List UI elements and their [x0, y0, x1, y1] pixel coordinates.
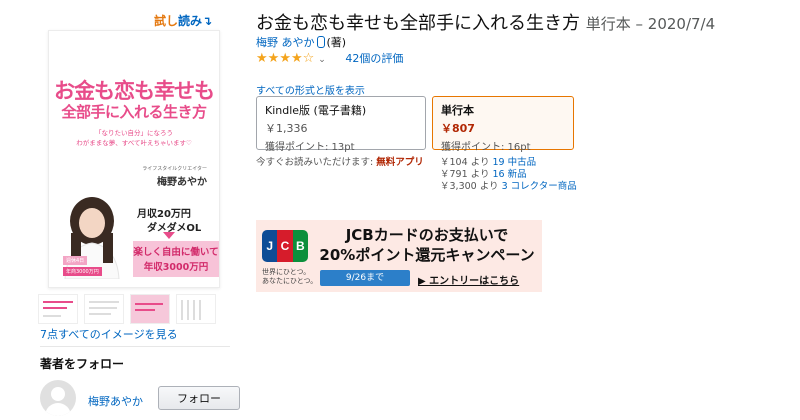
format-tankobon-name: 単行本 — [441, 104, 474, 117]
rating-stars[interactable]: ★★★★☆ — [256, 51, 315, 66]
author-info-icon[interactable] — [316, 36, 325, 48]
jcb-logo-icon: J C B — [262, 230, 308, 262]
format-option-tankobon[interactable]: 単行本 ￥807 獲得ポイント: 16pt — [432, 96, 574, 153]
cover-banner-line1: 楽しく自由に働いて — [133, 247, 219, 258]
follow-author-name-link[interactable]: 梅野あやか — [88, 393, 143, 409]
star-filled-icon: ★ — [279, 51, 291, 66]
byline: 梅野 あやか (著) — [256, 34, 346, 50]
cover-banner-line2: 年収3000万円 — [143, 262, 209, 273]
follow-author-heading: 著者をフォロー — [40, 357, 125, 371]
divider — [40, 346, 230, 347]
look-inside-arrow-icon: ↴ — [202, 14, 213, 28]
jcb-headline-line2: 20%ポイント還元キャンペーン — [319, 246, 535, 264]
cover-author: 梅野あやか — [157, 177, 207, 188]
kindle-read-now-note: 今すぐお読みいただけます: 無料アプリ — [256, 154, 424, 168]
cover-author-label: ライフスタイルクリエイター — [142, 166, 207, 172]
author-role: (著) — [326, 36, 347, 49]
format-tankobon-points: 獲得ポイント: 16pt — [441, 142, 531, 153]
look-inside-part2: 読み — [178, 14, 203, 28]
view-all-images-link[interactable]: 7点すべてのイメージを見る — [40, 326, 178, 342]
jcb-tagline-line2: あなたにひとつ。 — [262, 277, 318, 285]
cover-tag-holidays: 週休4日 — [63, 256, 88, 265]
offer-collectible: ￥3,300 より 3 コレクター商品 — [440, 178, 577, 192]
chevron-down-icon[interactable]: ⌄ — [318, 55, 326, 65]
offer-collectible-link[interactable]: 3 コレクター商品 — [502, 181, 577, 192]
cover-subtitle-line2: わがままな夢、すべて叶えちゃいます♡ — [76, 139, 192, 147]
star-filled-icon: ★ — [256, 51, 268, 66]
format-option-kindle[interactable]: Kindle版 (電子書籍) ￥1,336 獲得ポイント: 13pt — [256, 96, 426, 153]
look-inside-part1: 試し — [154, 14, 179, 28]
star-empty-icon: ☆ — [302, 51, 315, 66]
look-inside-link[interactable]: 試し読み↴ — [154, 12, 212, 29]
thumbnail-1[interactable] — [38, 294, 78, 324]
star-filled-icon: ★ — [267, 51, 280, 66]
thumbnail-2[interactable] — [84, 294, 124, 324]
star-filled-icon: ★ — [290, 51, 303, 66]
author-link[interactable]: 梅野 あやか — [256, 36, 315, 49]
all-formats-link[interactable]: すべての形式と版を表示 — [256, 82, 365, 97]
offer-collectible-from: より — [479, 181, 499, 192]
cover-title-line2: 全部手に入れる生き方 — [61, 103, 207, 121]
avatar-body-shape — [45, 403, 71, 416]
product-title-text: お金も恋も幸せも全部手に入れる生き方 — [256, 13, 580, 34]
offer-collectible-price: ￥3,300 — [440, 181, 477, 192]
product-format-date: 単行本 – 2020/7/4 — [585, 15, 716, 33]
rating-row: ★★★★☆ ⌄ 42個の評価 — [256, 50, 403, 66]
avatar-head-shape — [51, 387, 65, 401]
jcb-logo-j: J — [262, 230, 278, 262]
cover-subtitle-line1: 「なりたい自分」になろう — [95, 129, 173, 137]
format-tankobon-price: ￥807 — [441, 122, 475, 135]
cover-down-arrow-icon — [163, 232, 175, 239]
jcb-entry-link[interactable]: ▶ エントリーはこちら — [418, 272, 519, 287]
jcb-logo-c: C — [277, 230, 293, 262]
cover-salary-text: 月収20万円 — [137, 209, 191, 220]
format-kindle-name: Kindle版 (電子書籍) — [265, 104, 367, 117]
image-block: 試し読み↴ お金も恋も幸せも 全部手に入れる生き方 「なりたい自分」になろう わ… — [28, 8, 240, 420]
cover-photo-portrait — [64, 197, 120, 279]
product-title: お金も恋も幸せも全部手に入れる生き方 単行本 – 2020/7/4 — [256, 9, 715, 35]
jcb-logo-b: B — [292, 230, 308, 262]
thumbnail-4[interactable] — [176, 294, 216, 324]
thumbnail-3[interactable] — [130, 294, 170, 324]
jcb-campaign-banner[interactable]: J C B 世界にひとつ。 あなたにひとつ。 JCBカードのお支払いで 20%ポ… — [256, 220, 542, 292]
author-avatar[interactable] — [40, 380, 76, 416]
thumbnail-strip — [38, 294, 228, 328]
jcb-headline-line1: JCBカードのお支払いで — [345, 226, 509, 244]
format-kindle-points: 獲得ポイント: 13pt — [265, 142, 355, 153]
jcb-deadline-badge: 9/26まで — [320, 270, 410, 286]
free-app-link[interactable]: 無料アプリ — [376, 157, 424, 168]
book-cover-image[interactable]: お金も恋も幸せも 全部手に入れる生き方 「なりたい自分」になろう わがままな夢、… — [48, 30, 220, 288]
follow-button[interactable]: フォロー — [158, 386, 240, 410]
format-kindle-price: ￥1,336 — [265, 122, 308, 135]
kindle-note-text: 今すぐお読みいただけます: — [256, 157, 374, 168]
rating-count-link[interactable]: 42個の評価 — [345, 52, 403, 65]
cover-tag-revenue: 年商3000万円 — [63, 267, 102, 276]
